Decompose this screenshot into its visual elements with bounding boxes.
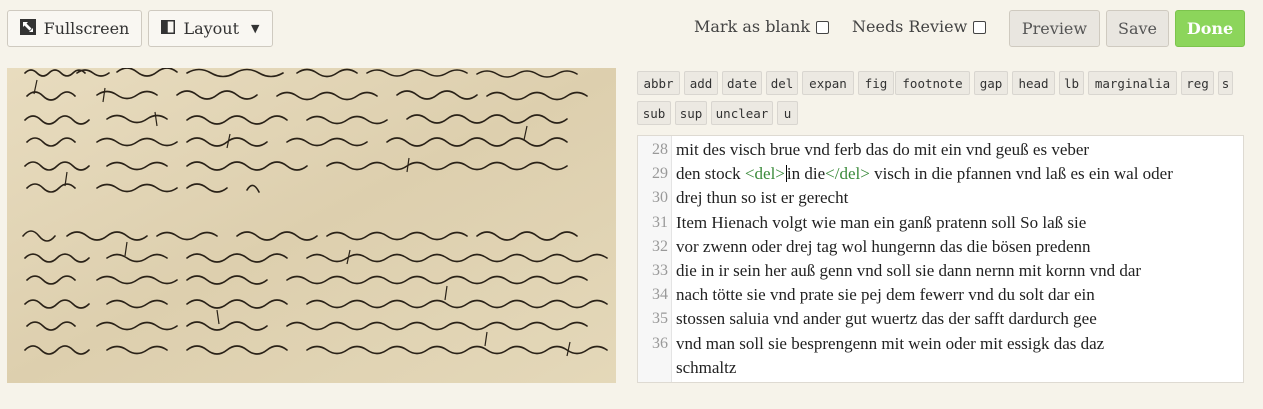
line-number: 28: [652, 141, 668, 158]
layout-icon: [161, 19, 176, 38]
fullscreen-icon: [19, 18, 36, 39]
tag-button-expan[interactable]: expan: [802, 71, 854, 95]
editor-line[interactable]: Item Hienach volgt wie man ein ganß prat…: [676, 213, 1086, 233]
tag-button-gap[interactable]: gap: [974, 71, 1008, 95]
editor-line[interactable]: mit des visch brue vnd ferb das do mit e…: [676, 140, 1089, 160]
line-number: 31: [652, 213, 668, 231]
save-button[interactable]: Save: [1106, 10, 1169, 47]
fullscreen-button[interactable]: Fullscreen: [7, 10, 142, 47]
transcription-editor[interactable]: 28 29 30 31 32 33 34 35 36 mit des visch brue vn…: [637, 135, 1244, 383]
tag-button-s[interactable]: s: [1218, 71, 1233, 95]
needs-review-checkbox[interactable]: [973, 21, 986, 34]
caret-down-icon: ▼: [251, 22, 260, 35]
tag-button-abbr[interactable]: abbr: [637, 71, 680, 95]
tag-button-lb[interactable]: lb: [1059, 71, 1084, 95]
tag-button-fig[interactable]: fig: [858, 71, 894, 95]
del-close-tag: </del>: [825, 164, 870, 184]
line-number-gutter: 28 29 30 31 32 33 34 35 36: [638, 136, 672, 382]
tag-button-u[interactable]: u: [777, 101, 798, 125]
tag-button-del[interactable]: del: [766, 71, 798, 95]
line-number: 30: [652, 189, 668, 207]
fullscreen-label: Fullscreen: [43, 19, 130, 38]
editor-line[interactable]: die in ir sein her auß genn vnd soll sie…: [676, 261, 1141, 281]
line-number: 34: [652, 286, 668, 304]
mark-blank-label: Mark as blank: [694, 17, 811, 36]
line-number: 35: [652, 310, 668, 328]
editor-line[interactable]: stossen saluia vnd ander gut wuertz das …: [676, 309, 1097, 329]
editor-line[interactable]: schmaltz: [676, 358, 736, 378]
del-open-tag: <del>: [744, 164, 785, 184]
needs-review-label: Needs Review: [852, 17, 968, 36]
tag-button-sup[interactable]: sup: [675, 101, 707, 125]
done-button[interactable]: Done: [1175, 10, 1245, 47]
editor-line[interactable]: drej thun so ist er gerecht: [676, 188, 848, 208]
editor-line[interactable]: vor zwenn oder drej tag wol hungernn das…: [676, 237, 1090, 257]
tag-button-date[interactable]: date: [722, 71, 762, 95]
tag-button-unclear[interactable]: unclear: [711, 101, 773, 125]
editor-line[interactable]: den stock <del> in die</del> visch in die…: [676, 164, 1173, 184]
line-number: 33: [652, 262, 668, 279]
layout-dropdown[interactable]: Layout ▼: [148, 10, 273, 47]
line-number: 36: [652, 334, 668, 352]
tag-button-footnote[interactable]: footnote: [895, 71, 970, 95]
tag-button-reg[interactable]: reg: [1181, 71, 1214, 95]
layout-label: Layout: [183, 19, 240, 38]
preview-button[interactable]: Preview: [1009, 10, 1100, 47]
manuscript-image[interactable]: [7, 68, 616, 383]
editor-line[interactable]: nach tötte sie vnd prate sie pej dem few…: [676, 285, 1095, 305]
tag-button-sub[interactable]: sub: [637, 101, 671, 125]
tag-button-marginalia[interactable]: marginalia: [1088, 71, 1177, 95]
mark-blank-checkbox[interactable]: [816, 21, 829, 34]
line-number: 29: [652, 165, 668, 183]
tag-button-head[interactable]: head: [1012, 71, 1055, 95]
tag-button-add[interactable]: add: [684, 71, 718, 95]
editor-line[interactable]: vnd man soll sie besprengenn mit wein od…: [676, 334, 1104, 354]
line-number: 32: [652, 237, 668, 255]
